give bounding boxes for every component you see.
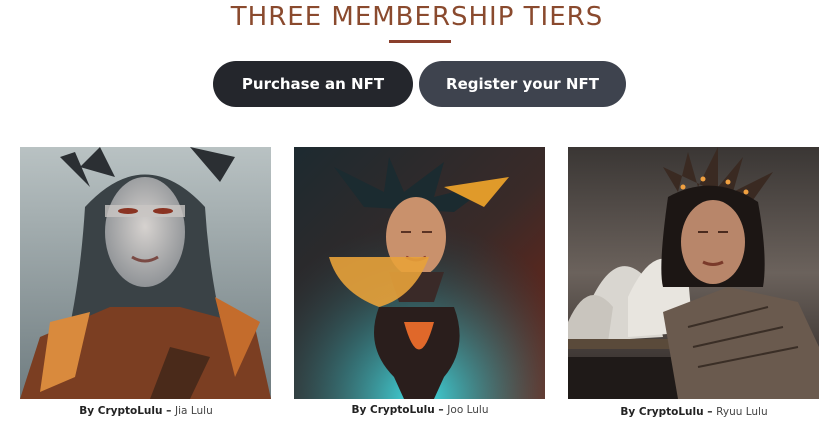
card-caption: By CryptoLulu – Ryuu Lulu <box>564 406 824 418</box>
nft-image-ryuu-lulu[interactable] <box>568 147 819 399</box>
card-caption: By CryptoLulu – Joo Lulu <box>290 404 550 416</box>
section-title: THREE MEMBERSHIP TIERS <box>230 2 604 32</box>
register-nft-button[interactable]: Register your NFT <box>419 61 626 107</box>
caption-dash: – <box>434 404 448 416</box>
caption-dash: – <box>703 406 717 418</box>
nft-image-joo-lulu[interactable] <box>294 147 545 399</box>
card-caption: By CryptoLulu – Jia Lulu <box>16 405 276 417</box>
caption-dash: – <box>162 405 176 417</box>
purchase-nft-button[interactable]: Purchase an NFT <box>213 61 413 107</box>
caption-by: By CryptoLulu <box>620 406 704 418</box>
caption-by: By CryptoLulu <box>79 405 163 417</box>
caption-artist: Ryuu Lulu <box>716 406 768 418</box>
title-underline <box>389 40 451 43</box>
caption-artist: Joo Lulu <box>447 404 489 416</box>
nft-image-jia-lulu[interactable] <box>20 147 271 399</box>
caption-by: By CryptoLulu <box>351 404 435 416</box>
caption-artist: Jia Lulu <box>175 405 213 417</box>
